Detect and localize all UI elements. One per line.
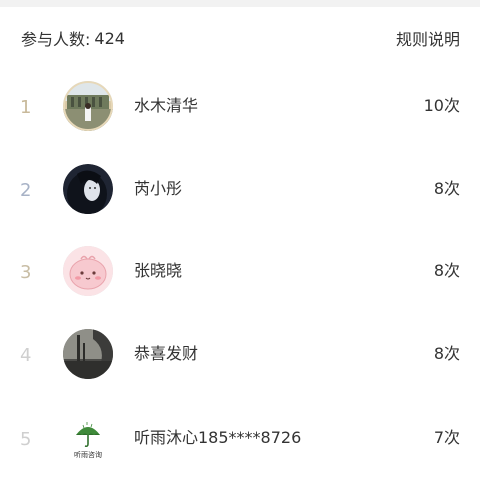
participants-label: 参与人数: [21, 30, 91, 49]
participants-count: 参与人数: 424 [21, 26, 125, 50]
ranking-row[interactable]: 1 水木清华 10次 [0, 81, 480, 135]
participants-number: 424 [94, 28, 125, 48]
user-name: 芮小彤 [134, 179, 183, 198]
photo-avatar-dark [63, 329, 113, 379]
photo-avatar-building [63, 81, 113, 131]
rank-number: 4 [20, 345, 32, 366]
avatar-logo-text: 听雨咨询 [74, 450, 102, 459]
rank-number: 5 [20, 429, 32, 450]
user-avatar[interactable] [63, 164, 113, 214]
logo-avatar-umbrella: 听雨咨询 [63, 413, 113, 463]
ranking-row[interactable]: 4 恭喜发财 8次 [0, 329, 480, 383]
cartoon-avatar-pink [63, 246, 113, 296]
user-avatar[interactable] [63, 81, 113, 131]
ranking-row[interactable]: 3 张晓晓 8次 [0, 246, 480, 300]
user-avatar[interactable] [63, 246, 113, 296]
participation-times: 8次 [433, 179, 460, 198]
photo-avatar-girl [63, 164, 113, 214]
user-name: 恭喜发财 [134, 344, 199, 363]
participation-times: 8次 [433, 261, 460, 280]
participation-times: 10次 [423, 96, 460, 115]
user-avatar[interactable]: 听雨咨询 [63, 413, 113, 463]
header-bar: 参与人数: 424 规则说明 [21, 26, 460, 50]
user-name: 张晓晓 [134, 261, 183, 280]
user-name: 听雨沐心185****8726 [134, 428, 302, 447]
ranking-row[interactable]: 2 芮小彤 8次 [0, 164, 480, 218]
ranking-row[interactable]: 5 听雨咨询 听雨沐心185****8726 7次 [0, 413, 480, 467]
top-divider [0, 0, 480, 7]
participation-times: 7次 [433, 428, 460, 447]
user-name: 水木清华 [134, 96, 199, 115]
rules-link[interactable]: 规则说明 [396, 26, 460, 50]
user-avatar[interactable] [63, 329, 113, 379]
participation-times: 8次 [433, 344, 460, 363]
ranking-page: 参与人数: 424 规则说明 1 水木清华 10次 2 芮小彤 8次 3 张晓晓… [0, 0, 480, 480]
rank-number: 1 [20, 97, 32, 118]
rank-number: 3 [20, 262, 32, 283]
rank-number: 2 [20, 180, 32, 201]
